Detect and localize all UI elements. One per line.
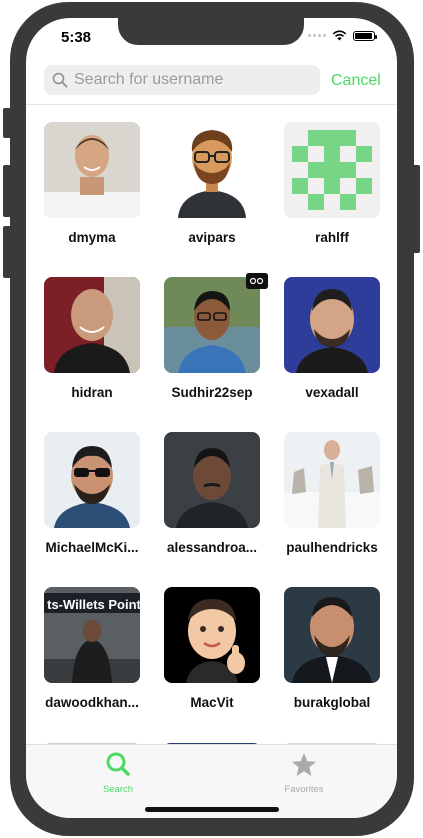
avatar[interactable] bbox=[44, 277, 140, 373]
svg-text:ts-Willets Point: ts-Willets Point bbox=[47, 597, 140, 612]
user-cell[interactable]: hidran bbox=[36, 277, 148, 400]
username-label: MacVit bbox=[190, 695, 234, 710]
tab-label: Favorites bbox=[284, 784, 324, 795]
star-icon bbox=[292, 753, 316, 776]
avatar[interactable] bbox=[44, 432, 140, 528]
volume-up-button bbox=[3, 165, 11, 217]
power-button bbox=[412, 165, 420, 253]
username-label: MichaelMcKi... bbox=[45, 540, 139, 555]
app-screen: 5:38 Cancel bbox=[26, 18, 397, 818]
tab-search[interactable]: Search bbox=[58, 751, 178, 795]
username-label: dmyma bbox=[68, 230, 116, 245]
search-bar[interactable] bbox=[44, 65, 320, 95]
avatar[interactable] bbox=[284, 587, 380, 683]
signal-icon bbox=[308, 34, 326, 37]
avatar[interactable] bbox=[164, 122, 260, 218]
user-cell[interactable]: Sudhir22sep bbox=[156, 273, 268, 400]
tab-label: Search bbox=[102, 784, 134, 795]
mute-switch bbox=[3, 108, 11, 138]
notch bbox=[118, 18, 304, 45]
username-label: alessandroa... bbox=[166, 540, 258, 555]
search-icon bbox=[106, 752, 130, 776]
tab-favorites[interactable]: Favorites bbox=[244, 751, 364, 795]
user-cell[interactable]: rahlff bbox=[276, 122, 388, 245]
status-time: 5:38 bbox=[61, 29, 92, 46]
username-label: avipars bbox=[188, 230, 236, 245]
battery-icon bbox=[353, 30, 377, 41]
user-cell[interactable]: ts-Willets Point dawoodkhan... bbox=[36, 587, 148, 710]
avatar[interactable] bbox=[164, 587, 260, 683]
home-indicator[interactable] bbox=[145, 807, 279, 812]
search-input[interactable] bbox=[72, 70, 306, 90]
wifi-icon bbox=[332, 30, 347, 41]
user-cell[interactable]: dmyma bbox=[36, 122, 148, 245]
user-cell[interactable]: burakglobal bbox=[276, 587, 388, 710]
header-divider bbox=[26, 104, 397, 105]
username-label: burakglobal bbox=[293, 695, 371, 710]
avatar[interactable] bbox=[44, 122, 140, 218]
username-label: rahlff bbox=[315, 230, 349, 245]
user-cell[interactable]: MacVit bbox=[156, 587, 268, 710]
camera-badge-icon bbox=[246, 273, 268, 289]
username-label: Sudhir22sep bbox=[171, 385, 253, 400]
avatar[interactable] bbox=[164, 432, 260, 528]
user-cell[interactable]: avipars bbox=[156, 122, 268, 245]
cancel-button[interactable]: Cancel bbox=[331, 72, 381, 90]
user-cell[interactable]: MichaelMcKi... bbox=[36, 432, 148, 555]
search-icon bbox=[52, 72, 68, 88]
avatar[interactable] bbox=[284, 277, 380, 373]
user-cell[interactable]: alessandroa... bbox=[156, 432, 268, 555]
status-icons bbox=[308, 30, 377, 41]
username-label: vexadall bbox=[305, 385, 359, 400]
avatar[interactable] bbox=[284, 432, 380, 528]
username-label: paulhendricks bbox=[286, 540, 378, 555]
avatar[interactable] bbox=[284, 122, 380, 218]
avatar[interactable]: ts-Willets Point bbox=[44, 587, 140, 683]
username-label: hidran bbox=[71, 385, 113, 400]
avatar[interactable] bbox=[164, 277, 260, 373]
username-label: dawoodkhan... bbox=[45, 695, 139, 710]
user-cell[interactable]: paulhendricks bbox=[276, 432, 388, 555]
volume-down-button bbox=[3, 226, 11, 278]
user-cell[interactable]: vexadall bbox=[276, 277, 388, 400]
